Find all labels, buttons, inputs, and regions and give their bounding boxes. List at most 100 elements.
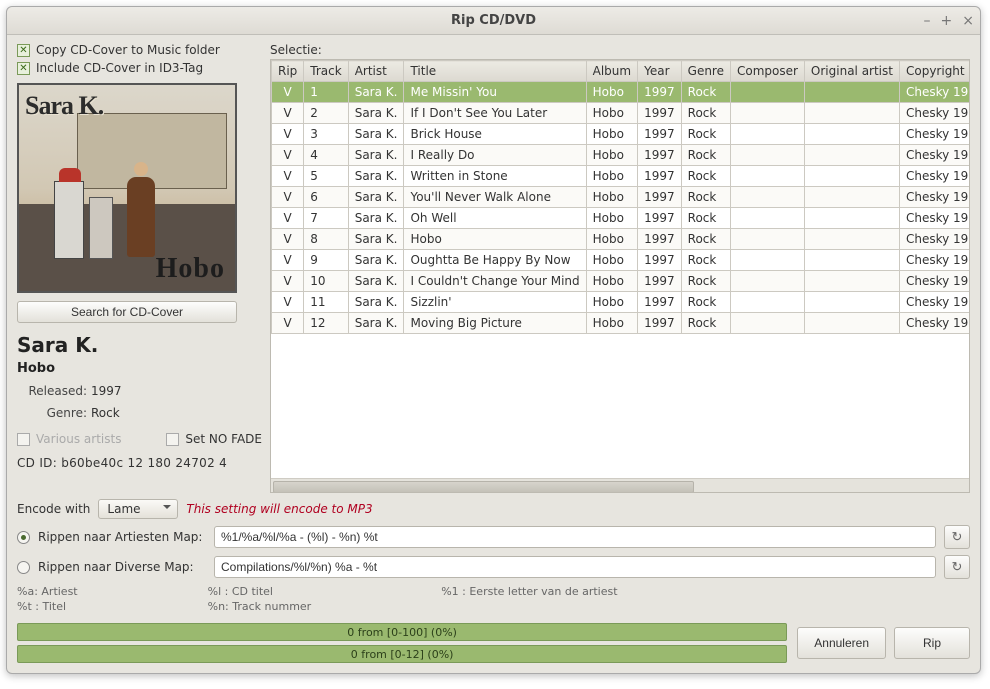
table-row[interactable]: V1Sara K.Me Missin' YouHobo1997RockChesk… xyxy=(272,82,970,103)
cell-title[interactable]: Oughtta Be Happy By Now xyxy=(404,250,586,271)
cell-title[interactable]: Written in Stone xyxy=(404,166,586,187)
cell-album[interactable]: Hobo xyxy=(586,145,637,166)
cell-year[interactable]: 1997 xyxy=(638,82,682,103)
horizontal-scrollbar[interactable] xyxy=(271,478,969,492)
cell-track[interactable]: 9 xyxy=(304,250,348,271)
cell-track[interactable]: 7 xyxy=(304,208,348,229)
cell-original[interactable] xyxy=(804,82,899,103)
artist-map-radio[interactable] xyxy=(17,531,30,544)
cell-original[interactable] xyxy=(804,229,899,250)
cell-genre[interactable]: Rock xyxy=(681,208,730,229)
cell-artist[interactable]: Sara K. xyxy=(348,250,404,271)
close-icon[interactable]: × xyxy=(962,13,974,29)
cell-rip[interactable]: V xyxy=(272,250,304,271)
cell-title[interactable]: Oh Well xyxy=(404,208,586,229)
cell-composer[interactable] xyxy=(730,187,804,208)
cell-year[interactable]: 1997 xyxy=(638,103,682,124)
cell-title[interactable]: Me Missin' You xyxy=(404,82,586,103)
search-cover-button[interactable]: Search for CD-Cover xyxy=(17,301,237,323)
diverse-map-refresh-button[interactable]: ↻ xyxy=(944,555,970,579)
cell-composer[interactable] xyxy=(730,250,804,271)
cell-year[interactable]: 1997 xyxy=(638,124,682,145)
cell-album[interactable]: Hobo xyxy=(586,208,637,229)
column-header[interactable]: Rip xyxy=(272,61,304,82)
diverse-map-radio[interactable] xyxy=(17,561,30,574)
maximize-icon[interactable]: + xyxy=(941,13,953,29)
encoder-select[interactable]: Lame xyxy=(98,499,178,519)
cell-composer[interactable] xyxy=(730,145,804,166)
cell-composer[interactable] xyxy=(730,82,804,103)
column-header[interactable]: Year xyxy=(638,61,682,82)
column-header[interactable]: Original artist xyxy=(804,61,899,82)
cell-genre[interactable]: Rock xyxy=(681,187,730,208)
cell-genre[interactable]: Rock xyxy=(681,82,730,103)
cell-track[interactable]: 2 xyxy=(304,103,348,124)
cell-original[interactable] xyxy=(804,103,899,124)
cell-composer[interactable] xyxy=(730,208,804,229)
table-row[interactable]: V4Sara K.I Really DoHobo1997RockChesky 1… xyxy=(272,145,970,166)
track-grid[interactable]: RipTrackArtistTitleAlbumYearGenreCompose… xyxy=(270,59,970,493)
cell-year[interactable]: 1997 xyxy=(638,250,682,271)
artist-map-input[interactable] xyxy=(214,526,936,548)
cell-copyright[interactable]: Chesky 1997 xyxy=(899,145,969,166)
cell-title[interactable]: Brick House xyxy=(404,124,586,145)
cell-genre[interactable]: Rock xyxy=(681,145,730,166)
cell-title[interactable]: Moving Big Picture xyxy=(404,313,586,334)
cell-album[interactable]: Hobo xyxy=(586,250,637,271)
cell-original[interactable] xyxy=(804,313,899,334)
cell-title[interactable]: I Really Do xyxy=(404,145,586,166)
diverse-map-input[interactable] xyxy=(214,556,936,578)
cell-composer[interactable] xyxy=(730,124,804,145)
cell-artist[interactable]: Sara K. xyxy=(348,124,404,145)
cell-title[interactable]: Sizzlin' xyxy=(404,292,586,313)
cell-genre[interactable]: Rock xyxy=(681,166,730,187)
cell-rip[interactable]: V xyxy=(272,229,304,250)
cell-track[interactable]: 8 xyxy=(304,229,348,250)
cell-artist[interactable]: Sara K. xyxy=(348,208,404,229)
cell-rip[interactable]: V xyxy=(272,124,304,145)
cell-track[interactable]: 10 xyxy=(304,271,348,292)
cell-original[interactable] xyxy=(804,145,899,166)
cell-album[interactable]: Hobo xyxy=(586,271,637,292)
cell-rip[interactable]: V xyxy=(272,208,304,229)
cell-track[interactable]: 3 xyxy=(304,124,348,145)
cell-original[interactable] xyxy=(804,208,899,229)
cell-copyright[interactable]: Chesky 1997 xyxy=(899,82,969,103)
cell-album[interactable]: Hobo xyxy=(586,166,637,187)
table-row[interactable]: V12Sara K.Moving Big PictureHobo1997Rock… xyxy=(272,313,970,334)
table-row[interactable]: V5Sara K.Written in StoneHobo1997RockChe… xyxy=(272,166,970,187)
cell-genre[interactable]: Rock xyxy=(681,292,730,313)
cell-album[interactable]: Hobo xyxy=(586,313,637,334)
cell-rip[interactable]: V xyxy=(272,103,304,124)
cell-rip[interactable]: V xyxy=(272,313,304,334)
cell-copyright[interactable]: Chesky 1997 xyxy=(899,166,969,187)
cell-composer[interactable] xyxy=(730,292,804,313)
cell-copyright[interactable]: Chesky 1997 xyxy=(899,292,969,313)
cell-year[interactable]: 1997 xyxy=(638,187,682,208)
cell-genre[interactable]: Rock xyxy=(681,229,730,250)
table-row[interactable]: V2Sara K.If I Don't See You LaterHobo199… xyxy=(272,103,970,124)
cell-composer[interactable] xyxy=(730,313,804,334)
cell-original[interactable] xyxy=(804,124,899,145)
column-header[interactable]: Composer xyxy=(730,61,804,82)
cell-original[interactable] xyxy=(804,271,899,292)
cell-rip[interactable]: V xyxy=(272,187,304,208)
various-artists-checkbox[interactable] xyxy=(17,433,30,446)
cell-album[interactable]: Hobo xyxy=(586,187,637,208)
artist-map-refresh-button[interactable]: ↻ xyxy=(944,525,970,549)
copy-cover-checkbox[interactable]: ✕ Copy CD-Cover to Music folder xyxy=(17,43,262,57)
cell-composer[interactable] xyxy=(730,166,804,187)
table-row[interactable]: V3Sara K.Brick HouseHobo1997RockChesky 1… xyxy=(272,124,970,145)
cell-copyright[interactable]: Chesky 1997 xyxy=(899,187,969,208)
cell-title[interactable]: If I Don't See You Later xyxy=(404,103,586,124)
cell-artist[interactable]: Sara K. xyxy=(348,313,404,334)
cell-track[interactable]: 12 xyxy=(304,313,348,334)
cell-album[interactable]: Hobo xyxy=(586,292,637,313)
cell-composer[interactable] xyxy=(730,103,804,124)
cell-original[interactable] xyxy=(804,166,899,187)
cell-title[interactable]: I Couldn't Change Your Mind xyxy=(404,271,586,292)
cell-copyright[interactable]: Chesky 1997 xyxy=(899,103,969,124)
minimize-icon[interactable]: – xyxy=(924,13,931,29)
cancel-button[interactable]: Annuleren xyxy=(797,627,886,659)
cell-artist[interactable]: Sara K. xyxy=(348,187,404,208)
